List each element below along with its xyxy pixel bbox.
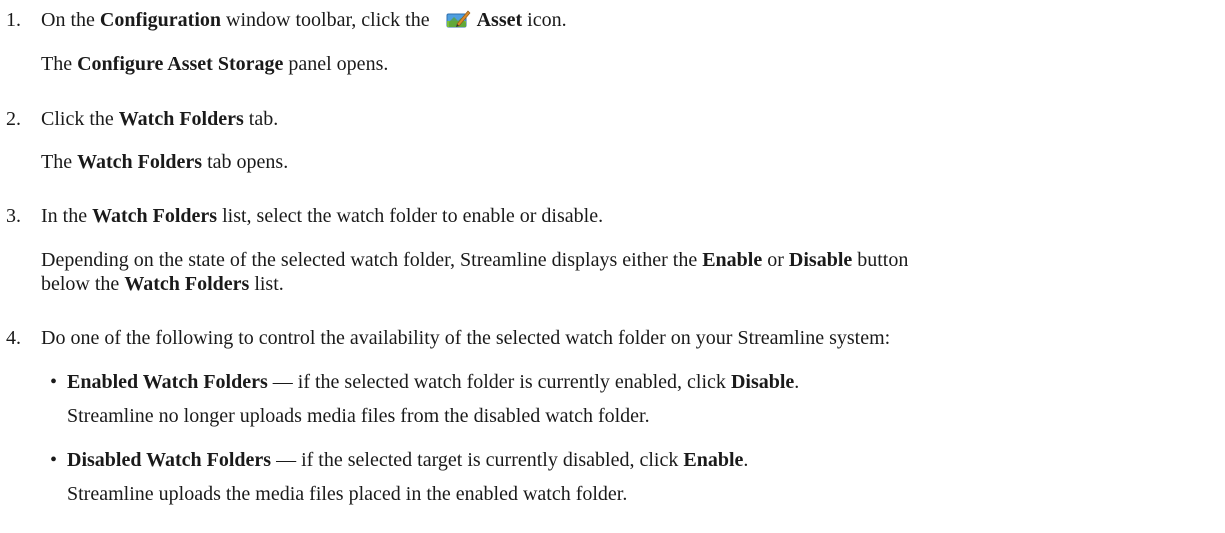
step-result: below the Watch Folders list.	[41, 273, 284, 295]
step-instruction: Click the Watch Folders tab.	[41, 108, 279, 130]
ui-term: Disable	[788, 249, 853, 271]
procedure-document: 1. On the Configuration window toolbar, …	[0, 0, 1225, 533]
step-instruction: On the Configuration window toolbar, cli…	[41, 8, 567, 31]
ui-term: Disabled Watch Folders	[67, 449, 272, 471]
step-result: The Watch Folders tab opens.	[41, 151, 289, 173]
ui-term: Watch Folders	[124, 273, 250, 295]
step-instruction: Do one of the following to control the a…	[41, 327, 891, 349]
step-number: 3.	[6, 205, 21, 227]
step-number: 2.	[6, 108, 21, 130]
step-number: 4.	[6, 327, 21, 349]
ui-term: Configure Asset Storage	[77, 53, 284, 75]
ui-term: Enable	[702, 249, 763, 271]
asset-icon	[445, 8, 471, 30]
step-number: 1.	[6, 9, 21, 31]
step-result: The Configure Asset Storage panel opens.	[41, 53, 389, 75]
ui-term: Enabled Watch Folders	[67, 371, 268, 393]
option-text: Disabled Watch Folders — if the selected…	[67, 449, 749, 471]
ui-term: Watch Folders	[92, 205, 218, 227]
option-note: Streamline no longer uploads media files…	[67, 405, 650, 427]
ui-term: Enable	[683, 449, 744, 471]
option-note: Streamline uploads the media files place…	[67, 483, 628, 505]
step-instruction: In the Watch Folders list, select the wa…	[41, 205, 604, 227]
ui-term: Asset	[476, 9, 523, 31]
option-text: Enabled Watch Folders — if the selected …	[67, 371, 800, 393]
ui-term: Watch Folders	[118, 108, 244, 130]
ui-term: Disable	[730, 371, 795, 393]
step-result: Depending on the state of the selected w…	[41, 249, 909, 271]
bullet-icon: •	[50, 371, 58, 393]
bullet-icon: •	[50, 449, 58, 471]
ui-term: Watch Folders	[77, 151, 203, 173]
ui-term: Configuration	[99, 9, 222, 31]
